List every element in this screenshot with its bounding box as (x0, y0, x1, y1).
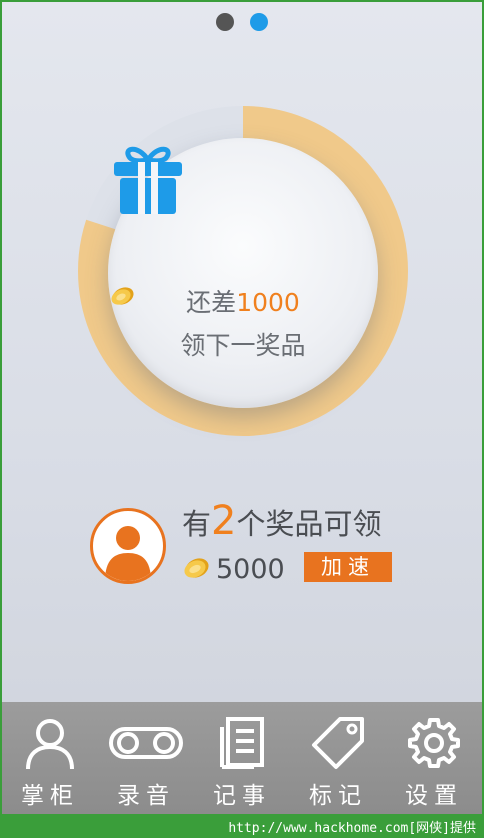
remaining-amount: 1000 (236, 288, 300, 317)
coin-amount: 5000 (216, 554, 285, 585)
person-icon (26, 719, 74, 770)
page-dot-2-active[interactable] (249, 13, 268, 31)
watermark-text: http://www.hackhome.com[网侠]提供 (228, 821, 476, 836)
page-indicator (2, 13, 482, 35)
tab-label: 标记 (309, 783, 367, 809)
notebook-icon (220, 717, 264, 769)
tab-recording[interactable]: 录音 (98, 702, 194, 814)
watermark-bar: http://www.hackhome.com[网侠]提供 (0, 814, 484, 838)
avatar[interactable] (90, 508, 166, 584)
gear-icon (408, 718, 460, 768)
coin-icon (184, 558, 209, 578)
tab-shopkeeper[interactable]: 掌柜 (2, 702, 98, 814)
tab-label: 设置 (405, 783, 463, 809)
person-avatar-icon (105, 526, 151, 581)
gift-icon (114, 146, 182, 214)
tab-label: 掌柜 (21, 783, 79, 809)
tab-notes[interactable]: 记事 (194, 702, 290, 814)
reward-button[interactable]: 还差1000 领下一奖品 (108, 138, 378, 408)
tab-settings[interactable]: 设置 (386, 702, 482, 814)
page-dot-1[interactable] (216, 13, 235, 31)
voicemail-icon (109, 727, 183, 759)
progress-ring: 还差1000 领下一奖品 (78, 106, 408, 436)
prize-suffix: 个奖品可领 (236, 507, 382, 541)
next-prize-text: 领下一奖品 (180, 331, 306, 360)
tab-mark[interactable]: 标记 (290, 702, 386, 814)
speed-up-button[interactable]: 加速 (304, 552, 392, 582)
main-screen: 还差1000 领下一奖品 有2个奖品可领 5000 加速 掌柜 录音 记事 标记… (2, 2, 482, 814)
tab-label: 录音 (117, 783, 175, 809)
tab-label: 记事 (213, 783, 271, 809)
tag-icon (312, 717, 364, 769)
remaining-text: 还差1000 (108, 286, 378, 320)
remaining-prefix: 还差 (186, 288, 237, 317)
prize-prefix: 有 (182, 507, 212, 541)
prize-count: 2 (211, 498, 237, 544)
bottom-tab-bar: 掌柜 录音 记事 标记 设置 (2, 702, 482, 814)
prize-count-text: 有2个奖品可领 (182, 498, 381, 544)
coin-icon (111, 287, 134, 305)
